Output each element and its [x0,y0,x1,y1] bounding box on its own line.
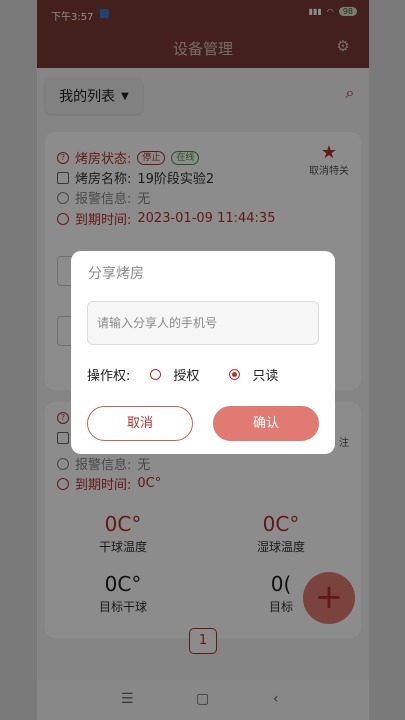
radio-readonly[interactable]: 只读 [229,365,278,384]
radio-checked-icon [229,369,241,380]
confirm-button[interactable]: 确认 [213,406,319,441]
share-dialog: 分享烤房 操作权: 授权 只读 取消 确认 [71,251,335,454]
phone-input[interactable] [87,301,319,345]
radio-authorize[interactable]: 授权 [150,365,199,384]
radio-readonly-label: 只读 [252,369,279,384]
radio-authorize-label: 授权 [173,369,200,384]
dialog-title: 分享烤房 [88,266,144,282]
cancel-button[interactable]: 取消 [87,406,193,441]
permission-label: 操作权: [87,369,131,384]
phone-screen: 下午3:57 ▮▮▮ ◠ 98 设备管理 ⚙ 我的列表 ▼ ⌕ ? 烤房状态: … [37,0,369,720]
permission-row: 操作权: 授权 只读 [87,365,278,384]
radio-unchecked-icon [150,369,162,380]
